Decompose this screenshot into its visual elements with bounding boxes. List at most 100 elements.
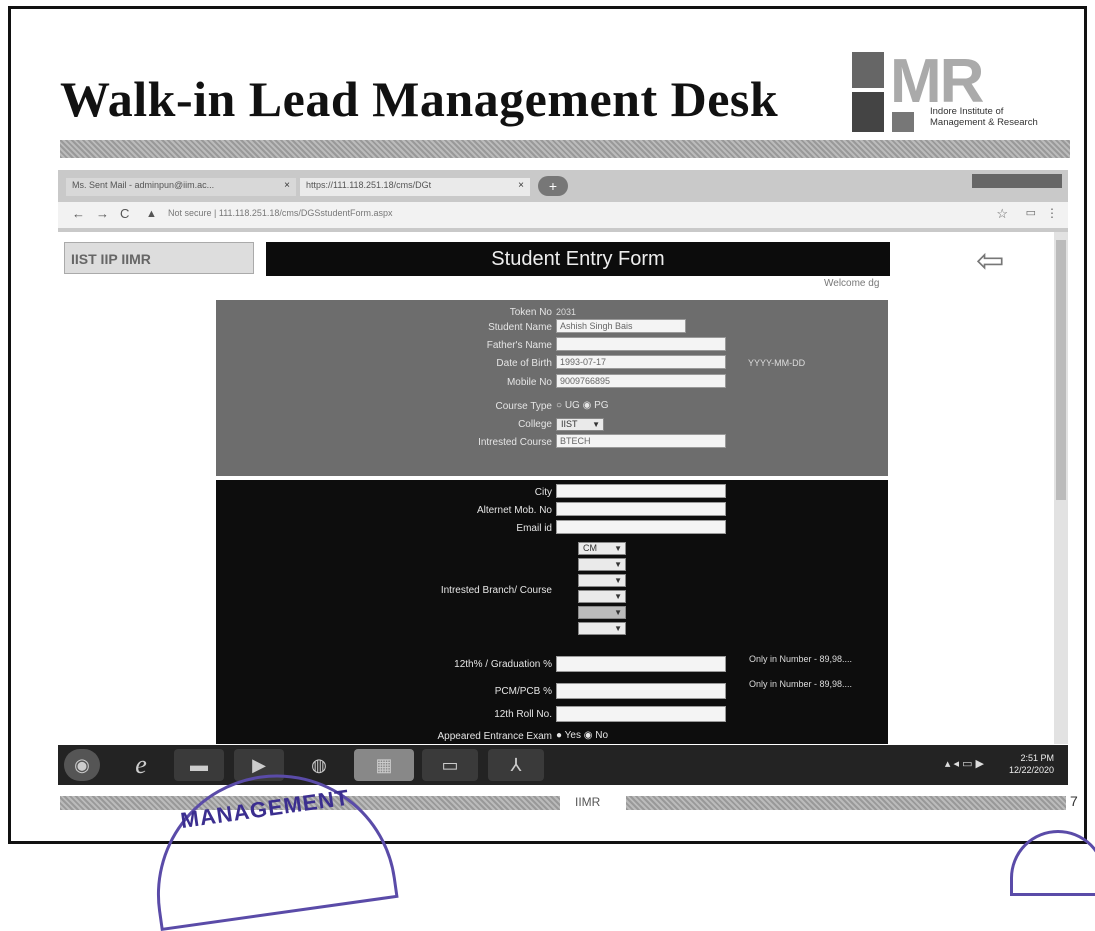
system-tray-icons[interactable]: ▴ ◂ ▭ ▶ — [945, 757, 984, 770]
radio-ug-label: UG — [564, 400, 580, 411]
father-name-label: Father's Name — [486, 340, 552, 351]
radio-exam-no-label: No — [595, 730, 609, 741]
footer-divider — [626, 796, 1066, 810]
radio-pg-label: PG — [594, 400, 609, 411]
scrollbar-thumb[interactable] — [1056, 240, 1066, 500]
mobile-row: Mobile No 9009766895 — [216, 374, 888, 392]
branch-select[interactable]: ▼ — [578, 590, 626, 603]
email-label: Email id — [516, 523, 552, 534]
pcm-row: PCM/PCB % Only in Number - 89,98.... — [216, 679, 888, 701]
internet-explorer-icon[interactable]: e — [118, 749, 164, 781]
page-title: Student Entry Form — [266, 242, 890, 276]
radio-exam-yes-label: Yes — [564, 730, 581, 741]
dob-row: Date of Birth 1993-07-17 YYYY-MM-DD — [216, 355, 888, 373]
college-label: College — [518, 419, 552, 430]
app-icon[interactable]: ▦ — [354, 749, 414, 781]
mobile-label: Mobile No — [506, 377, 552, 388]
mobile-input[interactable]: 9009766895 — [556, 374, 726, 388]
city-input[interactable] — [556, 484, 726, 498]
url-field[interactable]: Not secure | 111.118.251.18/cms/DGSstude… — [168, 208, 392, 218]
tab-label: https://111.118.251.18/cms/DGt — [306, 180, 432, 190]
branch-select[interactable]: ▼ — [578, 558, 626, 571]
folder-icon[interactable]: ▬ — [174, 749, 224, 781]
window-controls[interactable] — [972, 174, 1062, 188]
welcome-text: Welcome dg — [824, 278, 880, 289]
bookmark-star-icon[interactable]: ☆ — [996, 206, 1008, 222]
branch-select[interactable]: ▼ — [578, 574, 626, 587]
roll-row: 12th Roll No. — [216, 706, 888, 724]
extension-icon[interactable]: ▭ — [1026, 206, 1036, 219]
logo-institute-name: Indore Institute of Management & Researc… — [930, 106, 1038, 128]
scrollbar[interactable] — [1054, 232, 1068, 744]
graduation-hint: Only in Number - 89,98.... — [749, 654, 853, 664]
logo-block — [852, 52, 884, 88]
dob-label: Date of Birth — [496, 358, 552, 369]
father-name-row: Father's Name — [216, 337, 888, 355]
radio-pg[interactable]: ◉ — [583, 400, 592, 411]
student-name-input[interactable]: Ashish Singh Bais — [556, 319, 686, 333]
radio-exam-yes[interactable]: ● — [556, 730, 562, 741]
close-icon[interactable]: × — [518, 180, 524, 191]
close-icon[interactable]: × — [284, 180, 290, 191]
college-row: College IIST ▼ — [216, 416, 888, 434]
branch-select[interactable]: ▼ — [578, 606, 626, 619]
window-icon[interactable]: ▭ — [422, 749, 478, 781]
email-input[interactable] — [556, 520, 726, 534]
menu-icon[interactable]: ⋮ — [1046, 206, 1058, 220]
branch-select[interactable]: ▼ — [578, 622, 626, 635]
title-divider — [60, 140, 1070, 158]
radio-exam-no[interactable]: ◉ — [584, 730, 593, 741]
back-icon[interactable]: ← — [72, 206, 85, 221]
token-label: Token No — [509, 307, 552, 318]
roll-input[interactable] — [556, 706, 726, 722]
footer-label: IIMR — [575, 795, 601, 809]
browser-tab[interactable]: Ms. Sent Mail - adminpun@iim.ac... × — [66, 178, 296, 196]
course-type-label: Course Type — [495, 401, 552, 412]
slide-title: Walk-in Lead Management Desk — [60, 71, 779, 127]
iimr-logo: MR Indore Institute of Management & Rese… — [852, 47, 1072, 140]
interested-course-row: Intrested Course BTECH — [216, 434, 888, 452]
new-tab-button[interactable]: + — [538, 176, 568, 196]
pcm-label: PCM/PCB % — [494, 686, 552, 697]
branch-select[interactable]: CM ▼ — [578, 542, 626, 555]
graduation-input[interactable] — [556, 656, 726, 672]
interested-course-input[interactable]: BTECH — [556, 434, 726, 448]
dob-hint: YYYY-MM-DD — [748, 358, 806, 368]
address-bar: ← → C ▲ Not secure | 111.118.251.18/cms/… — [58, 202, 1068, 228]
pcm-input[interactable] — [556, 683, 726, 699]
interested-course-label: Intrested Course — [478, 437, 552, 448]
logo-block — [852, 92, 884, 132]
reload-icon[interactable]: C — [120, 206, 129, 221]
radio-ug[interactable]: ○ — [556, 400, 562, 411]
college-select[interactable]: IIST ▼ — [556, 418, 604, 431]
browser-chrome: Ms. Sent Mail - adminpun@iim.ac... × htt… — [58, 170, 1068, 232]
alt-mobile-row: Alternet Mob. No — [216, 502, 888, 520]
father-name-input[interactable] — [556, 337, 726, 351]
city-label: City — [534, 487, 552, 498]
back-arrow-icon[interactable]: ⇦ — [976, 244, 1005, 278]
taskbar: ◉ e ▬ ▶ ◍ ▦ ▭ ⅄ ▴ ◂ ▭ ▶ 2:51 PM 12/22/20… — [58, 745, 1068, 785]
email-row: Email id — [216, 520, 888, 538]
dob-input[interactable]: 1993-07-17 — [556, 355, 726, 369]
graduation-row: 12th% / Graduation % Only in Number - 89… — [216, 654, 888, 674]
logo-emblem — [892, 112, 914, 132]
student-name-row: Student Name Ashish Singh Bais — [216, 319, 888, 337]
clock[interactable]: 2:51 PM 12/22/2020 — [1009, 752, 1054, 776]
warning-icon: ▲ — [146, 208, 157, 220]
forward-icon[interactable]: → — [96, 206, 109, 221]
browser-tab-active[interactable]: https://111.118.251.18/cms/DGt × — [300, 178, 530, 196]
form-section-secondary: City Alternet Mob. No Email id Intrested… — [216, 480, 888, 744]
slide-number: 7 — [1070, 793, 1078, 809]
pdf-reader-icon[interactable]: ⅄ — [488, 749, 544, 781]
start-button[interactable]: ◉ — [64, 749, 100, 781]
alt-mobile-label: Alternet Mob. No — [476, 505, 552, 516]
course-type-row: Course Type ○ UG ◉ PG — [216, 398, 888, 416]
exam-label: Appeared Entrance Exam — [437, 731, 552, 742]
header-logos: IIST IIP IIMR — [64, 242, 254, 274]
graduation-label: 12th% / Graduation % — [454, 659, 552, 670]
page-viewport: IIST IIP IIMR Student Entry Form ⇦ Welco… — [58, 232, 1068, 744]
alt-mobile-input[interactable] — [556, 502, 726, 516]
city-row: City — [216, 484, 888, 502]
branch-label: Intrested Branch/ Course — [440, 585, 552, 596]
pcm-hint: Only in Number - 89,98.... — [749, 679, 853, 689]
